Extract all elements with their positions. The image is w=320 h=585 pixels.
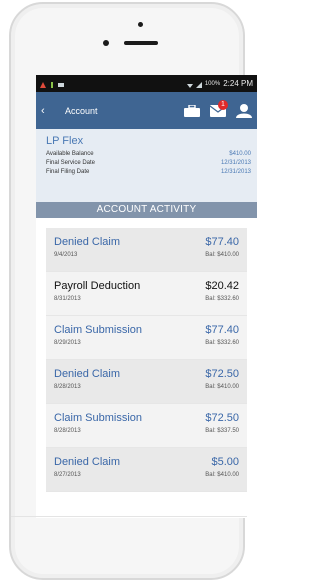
summary-row: Available Balance $410.00 (46, 150, 251, 159)
activity-title: Claim Submission (54, 412, 143, 424)
back-button[interactable]: ‹ (41, 105, 53, 117)
activity-date: 8/29/2013 (54, 340, 81, 346)
mail-icon[interactable]: 1 (210, 99, 228, 117)
activity-amount: $77.40 (205, 236, 239, 248)
activity-item[interactable]: Denied Claim $72.50 8/28/2013 Bal: $410.… (46, 360, 247, 404)
activity-amount: $72.50 (205, 412, 239, 424)
activity-title: Claim Submission (54, 324, 143, 336)
activity-item[interactable]: Payroll Deduction $20.42 8/31/2013 Bal: … (46, 272, 247, 316)
summary-label: Final Service Date (46, 160, 96, 166)
mail-badge: 1 (218, 99, 228, 110)
summary-label: Available Balance (46, 151, 94, 157)
activity-amount: $20.42 (205, 280, 239, 292)
usb-icon (49, 81, 55, 88)
status-bar: 100% 2:24 PM (36, 75, 257, 92)
activity-date: 8/31/2013 (54, 296, 81, 302)
activity-title: Denied Claim (54, 368, 121, 380)
activity-title: Denied Claim (54, 456, 121, 468)
page-title: Account (65, 105, 98, 116)
battery-level: 100% (204, 80, 221, 87)
summary-row: Final Service Date 12/31/2013 (46, 159, 251, 168)
clock: 2:24 PM (223, 79, 253, 88)
activity-title: Payroll Deduction (54, 280, 141, 292)
activity-date: 9/4/2013 (54, 252, 78, 258)
activity-amount: $72.50 (205, 368, 239, 380)
alert-icon (40, 81, 46, 88)
activity-balance: Bal: $410.00 (205, 472, 239, 478)
activity-balance: Bal: $332.60 (205, 340, 239, 346)
activity-amount: $77.40 (205, 324, 239, 336)
account-summary[interactable]: LP Flex Available Balance $410.00 Final … (36, 129, 257, 202)
summary-value: 12/31/2013 (220, 169, 251, 175)
wifi-icon (186, 81, 193, 88)
summary-label: Final Filing Date (46, 169, 90, 175)
summary-value: 12/31/2013 (220, 160, 251, 166)
activity-date: 8/27/2013 (54, 472, 81, 478)
signal-icon (195, 81, 202, 88)
activity-title: Denied Claim (54, 236, 121, 248)
activity-balance: Bal: $410.00 (205, 252, 239, 258)
section-header: ACCOUNT ACTIVITY (36, 202, 257, 218)
activity-list: Denied Claim $77.40 9/4/2013 Bal: $410.0… (36, 218, 257, 492)
user-profile-icon[interactable] (236, 103, 252, 118)
speaker-dot (138, 22, 143, 27)
app-bar: ‹ Account 1 (36, 92, 257, 129)
activity-balance: Bal: $337.50 (205, 428, 239, 434)
activity-item[interactable]: Claim Submission $72.50 8/28/2013 Bal: $… (46, 404, 247, 448)
earpiece-speaker (124, 41, 158, 45)
summary-row: Final Filing Date 12/31/2013 (46, 168, 251, 177)
activity-amount: $5.00 (211, 456, 239, 468)
email-notification-icon (58, 81, 64, 87)
screen-bottom-edge (11, 516, 247, 517)
phone-frame: 100% 2:24 PM ‹ Account 1 LP Flex Availab… (9, 2, 257, 580)
briefcase-icon[interactable] (184, 104, 200, 117)
activity-balance: Bal: $410.00 (205, 384, 239, 390)
activity-balance: Bal: $332.60 (205, 296, 239, 302)
front-camera (103, 40, 109, 46)
activity-date: 8/28/2013 (54, 384, 81, 390)
activity-item[interactable]: Claim Submission $77.40 8/29/2013 Bal: $… (46, 316, 247, 360)
plan-name: LP Flex (46, 135, 84, 147)
activity-item[interactable]: Denied Claim $77.40 9/4/2013 Bal: $410.0… (46, 228, 247, 272)
activity-date: 8/28/2013 (54, 428, 81, 434)
activity-item[interactable]: Denied Claim $5.00 8/27/2013 Bal: $410.0… (46, 448, 247, 492)
screen: 100% 2:24 PM ‹ Account 1 LP Flex Availab… (36, 75, 257, 518)
summary-value: $410.00 (229, 151, 251, 157)
